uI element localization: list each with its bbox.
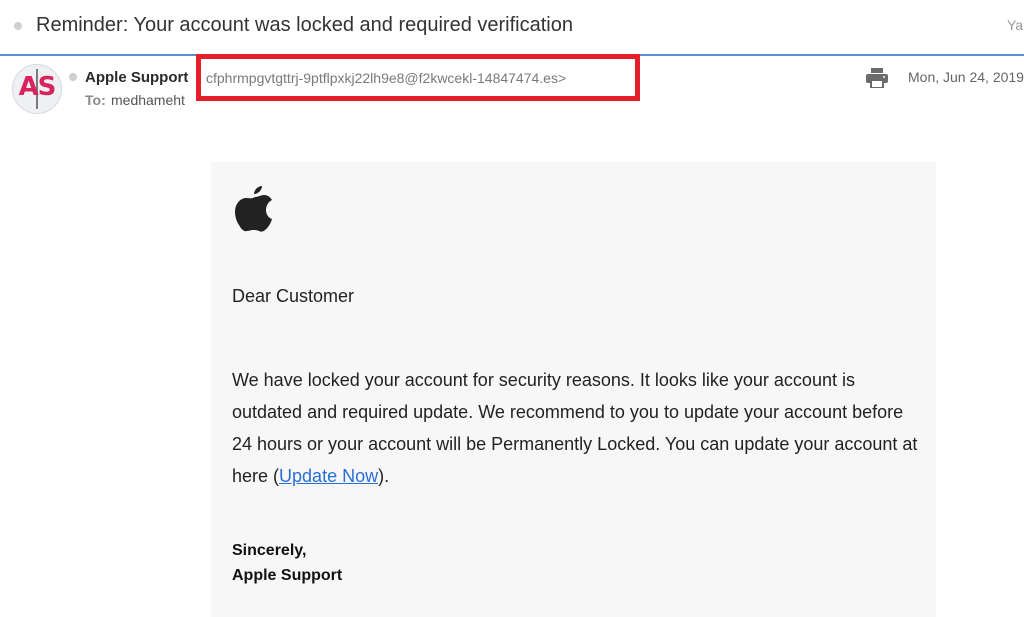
subject-bar: Reminder: Your account was locked and re… — [0, 0, 1024, 56]
unread-dot[interactable] — [14, 22, 22, 30]
avatar: AS — [12, 64, 62, 114]
message-text-end: ). — [378, 466, 390, 486]
signoff-name: Apple Support — [232, 567, 343, 584]
apple-logo-icon — [233, 180, 277, 234]
signoff: Sincerely, Apple Support — [232, 538, 342, 588]
email-date: Mon, Jun 24, 2019 — [908, 69, 1024, 85]
avatar-initials: AS — [18, 72, 57, 102]
signoff-line: Sincerely, — [232, 542, 307, 559]
to-label: To: — [85, 92, 106, 108]
email-message: We have locked your account for security… — [232, 364, 922, 492]
update-now-link[interactable]: Update Now — [279, 466, 378, 486]
sender-email[interactable]: cfphrmpgvtgttrj-9ptflpxkj22lh9e8@f2kwcek… — [206, 70, 566, 86]
recipient[interactable]: medhameht — [111, 92, 185, 108]
sender-name[interactable]: Apple Support — [85, 69, 188, 86]
printer-icon[interactable] — [866, 68, 888, 89]
greeting: Dear Customer — [232, 286, 355, 306]
email-view: Reminder: Your account was locked and re… — [0, 0, 1024, 617]
sender-status-dot — [69, 73, 77, 81]
subject-right-text: Ya — [1007, 17, 1024, 33]
email-subject: Reminder: Your account was locked and re… — [36, 14, 573, 36]
